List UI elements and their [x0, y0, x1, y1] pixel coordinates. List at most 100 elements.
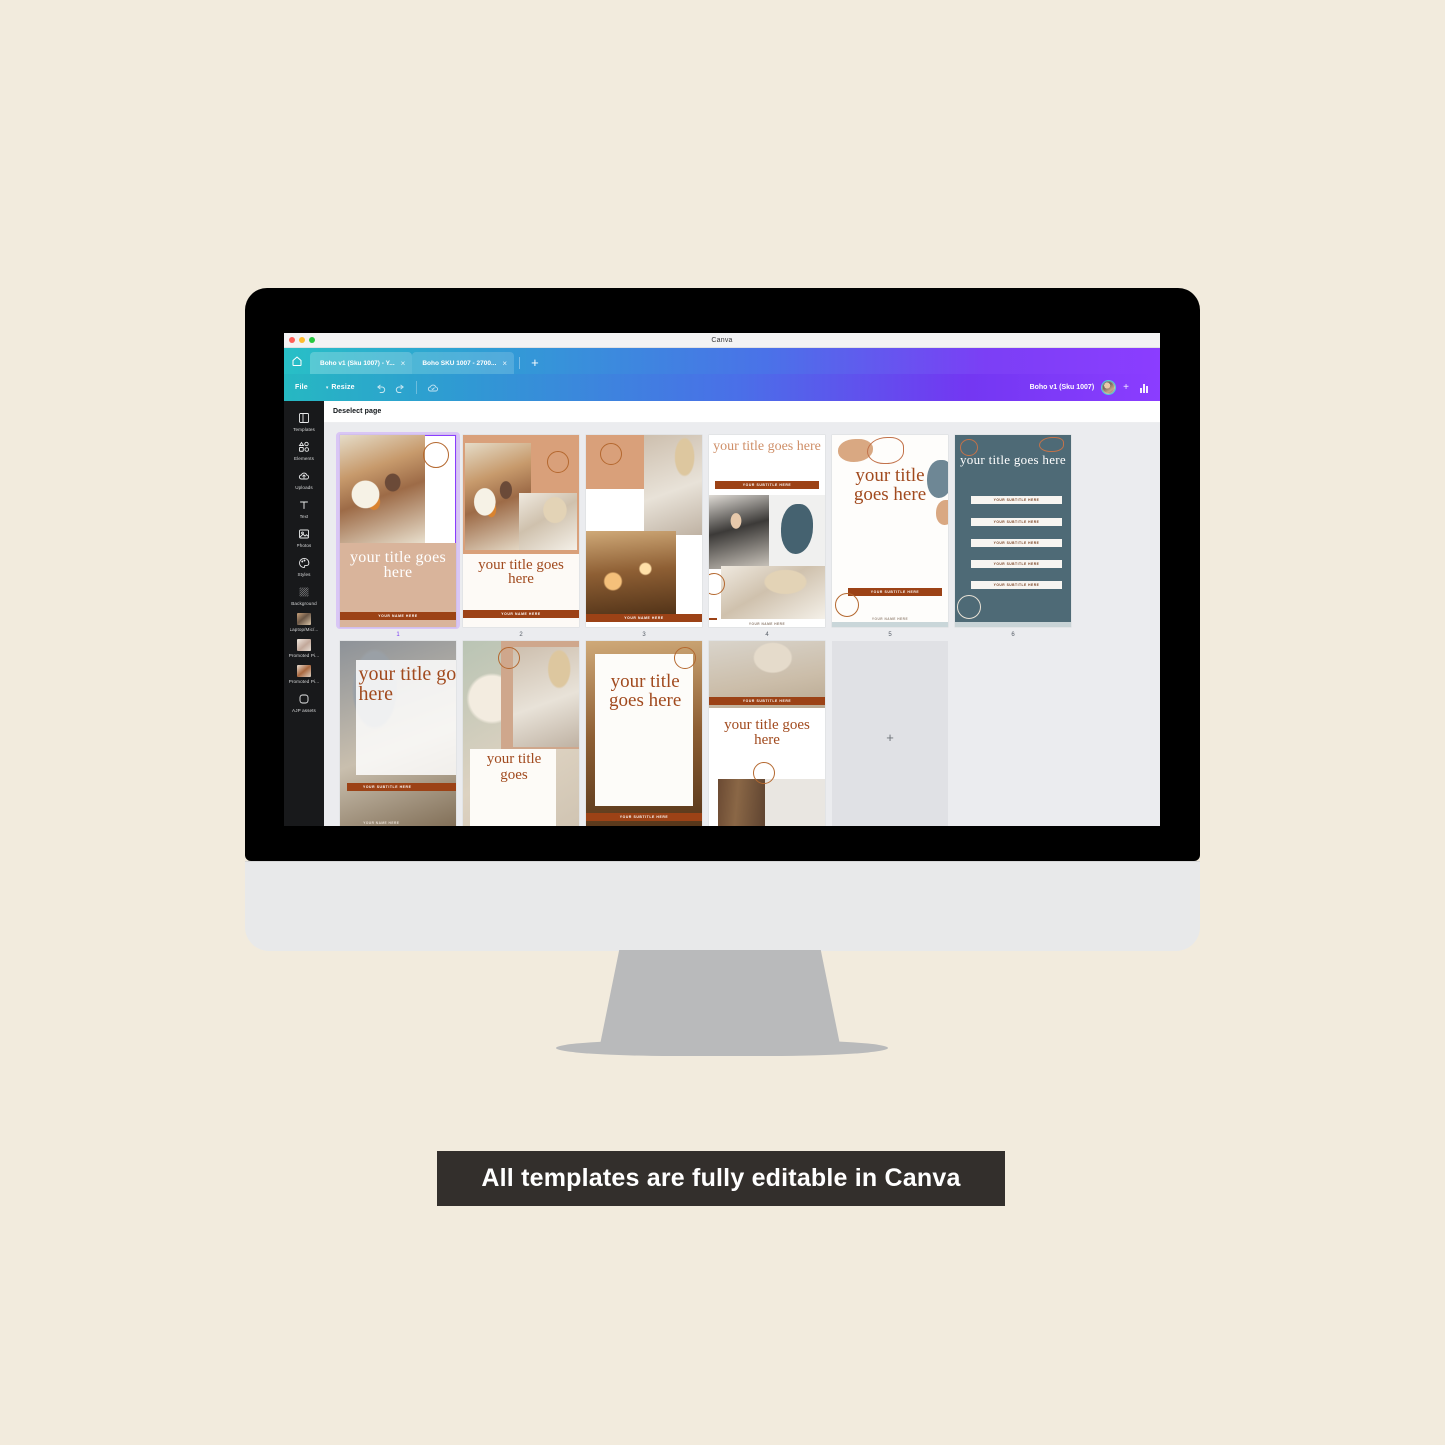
sidebar-item-styles[interactable]: Styles — [284, 551, 324, 580]
deselect-bar: Deselect page — [324, 401, 1160, 423]
browser-tab-2-label: Boho SKU 1007 - 2700... — [422, 359, 497, 367]
detail-stamp-icon — [674, 647, 696, 669]
detail-stamp-icon — [835, 593, 859, 617]
browser-tab-2[interactable]: Boho SKU 1007 - 2700... × — [412, 352, 515, 374]
add-page-button[interactable]: + — [832, 641, 948, 826]
page-4-subtitle-bar: YOUR SUBTITLE HERE — [715, 481, 819, 490]
styles-icon — [297, 555, 312, 570]
home-icon[interactable] — [284, 348, 310, 374]
resize-label: Resize — [331, 384, 355, 391]
page-4-name-text: YOUR NAME HERE — [748, 622, 786, 626]
page-6-row-4: YOUR SUBTITLE HERE — [971, 559, 1062, 568]
page-7-subtitle-bar: YOUR SUBTITLE HERE — [346, 783, 456, 792]
file-menu-button[interactable]: File — [295, 384, 308, 391]
page-9-title: your title goes here — [609, 670, 682, 711]
sidebar-item-ajp-assets-label: AJP assets — [292, 708, 316, 713]
analytics-icon[interactable] — [1136, 380, 1152, 396]
sidebar-item-laptop-mic-label: Laptop/Mic/... — [289, 627, 319, 632]
cloud-saved-icon[interactable] — [424, 379, 442, 397]
page-4-title: your title goes here — [713, 439, 821, 454]
page-thumbnail-1[interactable]: your title goes here YOUR NAME HERE 1 — [336, 432, 460, 638]
browser-tab-2-close-icon[interactable]: × — [502, 359, 507, 368]
detail-stamp-icon — [753, 761, 776, 784]
detail-stamp-icon — [423, 442, 449, 468]
deselect-page-button[interactable]: Deselect page — [333, 408, 381, 415]
toolbar-right-group: Boho v1 (Sku 1007) + — [1030, 380, 1152, 396]
page-thumbnail-5[interactable]: your title goes here YOUR SUBTITLE HERE … — [828, 432, 952, 638]
page-1-title: your title goes here — [349, 549, 447, 582]
page-1-name-bar: YOUR NAME HERE — [340, 611, 456, 620]
page-thumbnail-2[interactable]: your title goes here YOUR NAME HERE 2 — [459, 432, 583, 638]
browser-tab-1-close-icon[interactable]: × — [401, 359, 406, 368]
tab-divider — [519, 357, 521, 369]
sidebar-item-laptop-mic[interactable]: Laptop/Mic/... — [284, 609, 324, 635]
uploads-icon — [297, 468, 312, 483]
undo-icon[interactable] — [373, 379, 391, 397]
page-5-title: your title goes here — [853, 464, 927, 505]
page-thumbnail-10[interactable]: YOUR SUBTITLE HERE your title goes here … — [705, 638, 829, 826]
add-collaborator-button[interactable]: + — [1123, 382, 1129, 393]
pages-grid[interactable]: your title goes here YOUR NAME HERE 1 yo… — [324, 423, 1160, 826]
avatar[interactable] — [1101, 380, 1117, 395]
text-icon — [297, 497, 312, 512]
page-7-name-text: YOUR NAME HERE — [363, 821, 400, 825]
sidebar-item-background[interactable]: Background — [284, 580, 324, 609]
toolbar-divider — [415, 381, 417, 394]
sidebar-item-background-label: Background — [291, 601, 317, 606]
detail-stamp-icon — [547, 451, 569, 473]
editor-sidebar: Templates Elements Uploads Text Photos S… — [284, 401, 324, 826]
sidebar-item-ajp-assets[interactable]: AJP assets — [284, 687, 324, 716]
page-9-subtitle-bar: YOUR SUBTITLE HERE — [586, 813, 702, 822]
sidebar-item-elements[interactable]: Elements — [284, 435, 324, 464]
page-thumbnail-8[interactable]: your title goes 8 — [459, 638, 583, 826]
page-10-subtitle-bar: YOUR SUBTITLE HERE — [709, 696, 825, 706]
browser-tab-1[interactable]: Boho v1 (Sku 1007) - Y... × — [310, 352, 413, 374]
redo-icon[interactable] — [391, 379, 409, 397]
design-name-label[interactable]: Boho v1 (Sku 1007) — [1030, 384, 1095, 391]
sidebar-item-styles-label: Styles — [297, 572, 311, 577]
main-panel: Deselect page your title goes here YOUR … — [324, 401, 1160, 826]
caption-text: All templates are fully editable in Canv… — [481, 1164, 961, 1192]
sidebar-item-templates[interactable]: Templates — [284, 406, 324, 435]
page-thumbnail-4[interactable]: your title goes here YOUR SUBTITLE HERE … — [705, 432, 829, 638]
sidebar-item-photos[interactable]: Photos — [284, 522, 324, 551]
canva-toolbar: File ▾ Resize Boho v1 (Sku 1007) + — [284, 374, 1160, 401]
page-thumbnail-6[interactable]: your title goes here YOUR SUBTITLE HERE … — [951, 432, 1075, 638]
sidebar-item-promoted-pi-2[interactable]: Promoted Pi... — [284, 661, 324, 687]
detail-stamp-icon — [600, 443, 622, 465]
templates-icon — [297, 410, 312, 425]
page-6-row-2: YOUR SUBTITLE HERE — [971, 517, 1062, 526]
sidebar-item-uploads-label: Uploads — [295, 485, 313, 490]
sidebar-item-text-label: Text — [299, 514, 309, 519]
app-body: Templates Elements Uploads Text Photos S… — [284, 401, 1160, 826]
page-5-subtitle-bar: YOUR SUBTITLE HERE — [848, 587, 942, 597]
folder-thumbnail-icon — [297, 613, 311, 625]
sidebar-item-elements-label: Elements — [294, 456, 314, 461]
page-thumbnail-7[interactable]: your title goes here YOUR SUBTITLE HERE … — [336, 638, 460, 826]
caption-banner: All templates are fully editable in Canv… — [437, 1151, 1005, 1206]
chevron-down-icon: ▾ — [325, 384, 329, 391]
page-5-name-text: YOUR NAME HERE — [871, 617, 909, 621]
folder-thumbnail-icon — [297, 639, 311, 651]
sidebar-item-uploads[interactable]: Uploads — [284, 464, 324, 493]
page-3-name-bar: YOUR NAME HERE — [586, 613, 702, 622]
monitor-chin — [245, 861, 1200, 951]
browser-tabstrip: Boho v1 (Sku 1007) - Y... × Boho SKU 100… — [284, 348, 1160, 374]
detail-stamp-icon — [497, 647, 520, 669]
add-page-cell[interactable]: + — [828, 638, 952, 826]
window-titlebar: Canva — [284, 333, 1160, 348]
new-tab-button[interactable]: + — [525, 356, 545, 374]
page-10-title: your title goes here — [724, 716, 810, 748]
page-thumbnail-3[interactable]: YOUR NAME HERE 3 — [582, 432, 706, 638]
page-7-title: your title goes here — [358, 663, 456, 706]
monitor-stand-neck — [600, 950, 840, 1053]
monitor-stand-base — [556, 1040, 888, 1056]
sidebar-item-promoted-pi-1-label: Promoted Pi... — [288, 653, 320, 658]
sidebar-item-promoted-pi-1[interactable]: Promoted Pi... — [284, 635, 324, 661]
page-thumbnail-9[interactable]: your title goes here YOUR SUBTITLE HERE … — [582, 638, 706, 826]
sidebar-item-text[interactable]: Text — [284, 493, 324, 522]
background-icon — [297, 584, 312, 599]
window-title: Canva — [711, 336, 733, 344]
resize-button[interactable]: ▾ Resize — [326, 384, 355, 391]
page-6-row-1: YOUR SUBTITLE HERE — [971, 496, 1062, 505]
